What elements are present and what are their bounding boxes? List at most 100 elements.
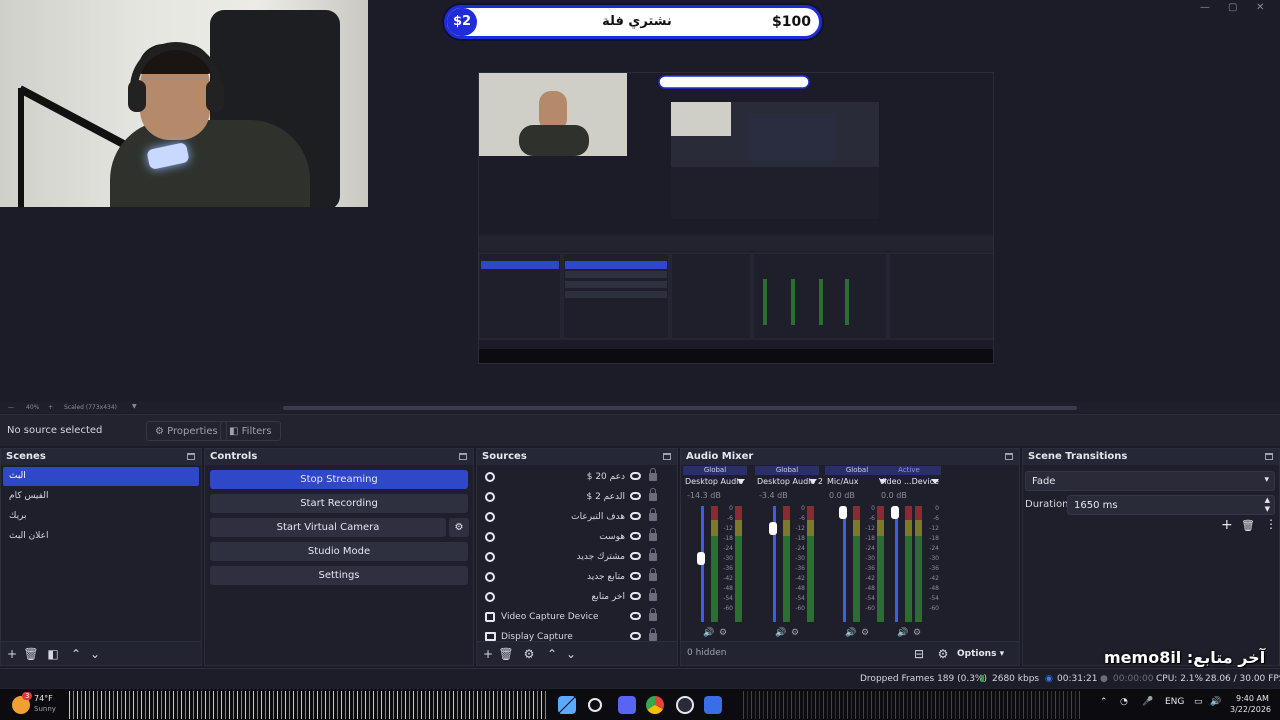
display-icon[interactable]: ▭ <box>1194 697 1203 707</box>
visibility-eye-icon[interactable] <box>630 612 641 620</box>
source-item[interactable]: هدف التبرعات <box>479 507 671 527</box>
source-item[interactable]: اخر متابع <box>479 587 671 607</box>
virtual-camera-settings-button[interactable]: ⚙ <box>449 518 469 537</box>
zoom-out-icon[interactable]: — <box>8 404 14 411</box>
source-item[interactable]: مشترك جديد <box>479 547 671 567</box>
volume-knob[interactable] <box>891 506 899 519</box>
volume-slider[interactable] <box>895 506 898 622</box>
lock-icon[interactable] <box>649 608 657 621</box>
scene-item[interactable]: البث <box>3 467 199 486</box>
gear-icon[interactable]: ⚙ <box>791 628 799 638</box>
lock-icon[interactable] <box>649 528 657 541</box>
layout-icon[interactable]: ⊟ <box>911 646 927 662</box>
horizontal-scrollbar[interactable] <box>283 406 1077 410</box>
add-source-icon[interactable]: + <box>480 646 496 662</box>
move-up-icon[interactable]: ⌃ <box>544 646 560 662</box>
visibility-eye-icon[interactable] <box>630 572 641 580</box>
start-virtual-camera-button[interactable]: Start Virtual Camera <box>210 518 446 537</box>
lock-icon[interactable] <box>649 548 657 561</box>
filters-button[interactable]: ◧ Filters <box>220 421 281 441</box>
undock-icon[interactable] <box>459 453 467 460</box>
gear-icon[interactable]: ⚙ <box>719 628 727 638</box>
undock-icon[interactable] <box>187 453 195 460</box>
more-options-icon[interactable]: ⋮ <box>1265 517 1277 531</box>
spin-down-icon[interactable]: ▼ <box>1265 505 1270 513</box>
start-recording-button[interactable]: Start Recording <box>210 494 468 513</box>
scene-item[interactable]: الفيس كام <box>3 487 199 506</box>
settings-button[interactable]: Settings <box>210 566 468 585</box>
trash-icon[interactable]: 🗑 <box>23 646 39 662</box>
close-icon[interactable]: ✕ <box>1256 2 1264 13</box>
channel-name[interactable]: Video ...Device <box>879 477 939 486</box>
move-down-icon[interactable]: ⌄ <box>563 646 579 662</box>
source-item[interactable]: Video Capture Device <box>479 607 671 627</box>
speaker-icon[interactable]: 🔊 <box>775 628 786 638</box>
speaker-icon[interactable]: 🔊 <box>845 628 856 638</box>
visibility-eye-icon[interactable] <box>630 592 641 600</box>
volume-knob[interactable] <box>839 506 847 519</box>
visibility-eye-icon[interactable] <box>630 532 641 540</box>
source-item[interactable]: هوست <box>479 527 671 547</box>
chevron-down-icon[interactable] <box>809 479 817 484</box>
gear-icon[interactable]: ⚙ <box>913 628 921 638</box>
lock-icon[interactable] <box>649 568 657 581</box>
obs-icon[interactable] <box>676 696 694 714</box>
maximize-icon[interactable]: ▢ <box>1228 2 1237 13</box>
trash-icon[interactable]: 🗑 <box>498 646 514 662</box>
visibility-eye-icon[interactable] <box>630 632 641 640</box>
chrome-icon[interactable] <box>646 696 664 714</box>
undock-icon[interactable] <box>1265 453 1273 460</box>
network-icon[interactable]: ◔ <box>1120 697 1128 707</box>
zoom-in-icon[interactable]: + <box>48 404 53 411</box>
mic-icon[interactable]: 🎤 <box>1142 697 1153 707</box>
properties-button[interactable]: ⚙ Properties <box>146 421 227 441</box>
move-down-icon[interactable]: ⌄ <box>87 646 103 662</box>
clock-time[interactable]: 9:40 AM <box>1236 694 1269 703</box>
speaker-icon[interactable]: 🔊 <box>897 628 908 638</box>
advanced-audio-icon[interactable]: ⚙ <box>935 646 951 662</box>
move-up-icon[interactable]: ⌃ <box>68 646 84 662</box>
source-item[interactable]: دعم 20 $ <box>479 467 671 487</box>
minimize-icon[interactable]: — <box>1200 2 1210 13</box>
source-item[interactable]: الدعم 2 $ <box>479 487 671 507</box>
visibility-eye-icon[interactable] <box>630 492 641 500</box>
speaker-icon[interactable]: 🔊 <box>703 628 714 638</box>
volume-knob[interactable] <box>697 552 705 565</box>
volume-knob[interactable] <box>769 522 777 535</box>
chevron-down-icon[interactable] <box>931 479 939 484</box>
visibility-eye-icon[interactable] <box>630 472 641 480</box>
app-icon[interactable] <box>704 696 722 714</box>
visibility-eye-icon[interactable] <box>630 512 641 520</box>
transition-select[interactable]: Fade ▾ <box>1025 471 1275 491</box>
volume-slider[interactable] <box>843 506 846 622</box>
trash-icon[interactable]: 🗑 <box>1241 519 1255 532</box>
discord-icon[interactable] <box>618 696 636 714</box>
lock-icon[interactable] <box>649 588 657 601</box>
lock-icon[interactable] <box>649 488 657 501</box>
clock-date[interactable]: 3/22/2026 <box>1230 705 1271 714</box>
search-icon[interactable] <box>588 698 602 712</box>
add-transition-icon[interactable]: + <box>1221 517 1233 533</box>
chevron-up-icon[interactable]: ⌃ <box>1100 697 1108 707</box>
lock-icon[interactable] <box>649 628 657 641</box>
volume-icon[interactable]: 🔊 <box>1210 697 1221 707</box>
gear-icon[interactable]: ⚙ <box>861 628 869 638</box>
undock-icon[interactable] <box>663 453 671 460</box>
source-item[interactable]: متابع جديد <box>479 567 671 587</box>
undock-icon[interactable] <box>1005 453 1013 460</box>
lock-icon[interactable] <box>649 508 657 521</box>
lock-icon[interactable] <box>649 468 657 481</box>
stop-streaming-button[interactable]: Stop Streaming <box>210 470 468 489</box>
scale-mode[interactable]: Scaled (773x434) <box>64 404 117 411</box>
channel-name[interactable]: Mic/Aux <box>827 477 859 486</box>
scene-item[interactable]: بريك <box>3 507 199 526</box>
options-button[interactable]: Options ▾ <box>957 646 1004 662</box>
source-settings-icon[interactable]: ⚙ <box>521 646 537 662</box>
chevron-down-icon[interactable] <box>737 479 745 484</box>
scene-filter-icon[interactable]: ◧ <box>45 646 61 662</box>
channel-name[interactable]: Desktop Audio <box>685 477 743 486</box>
chevron-down-icon[interactable]: ▼ <box>132 403 137 410</box>
preview-canvas[interactable]: $2 نشتري فلة $100 — ▢ ✕ <box>0 0 1280 402</box>
language-indicator[interactable]: ENG <box>1165 697 1184 707</box>
duration-input[interactable]: 1650 ms ▲ ▼ <box>1067 495 1275 515</box>
